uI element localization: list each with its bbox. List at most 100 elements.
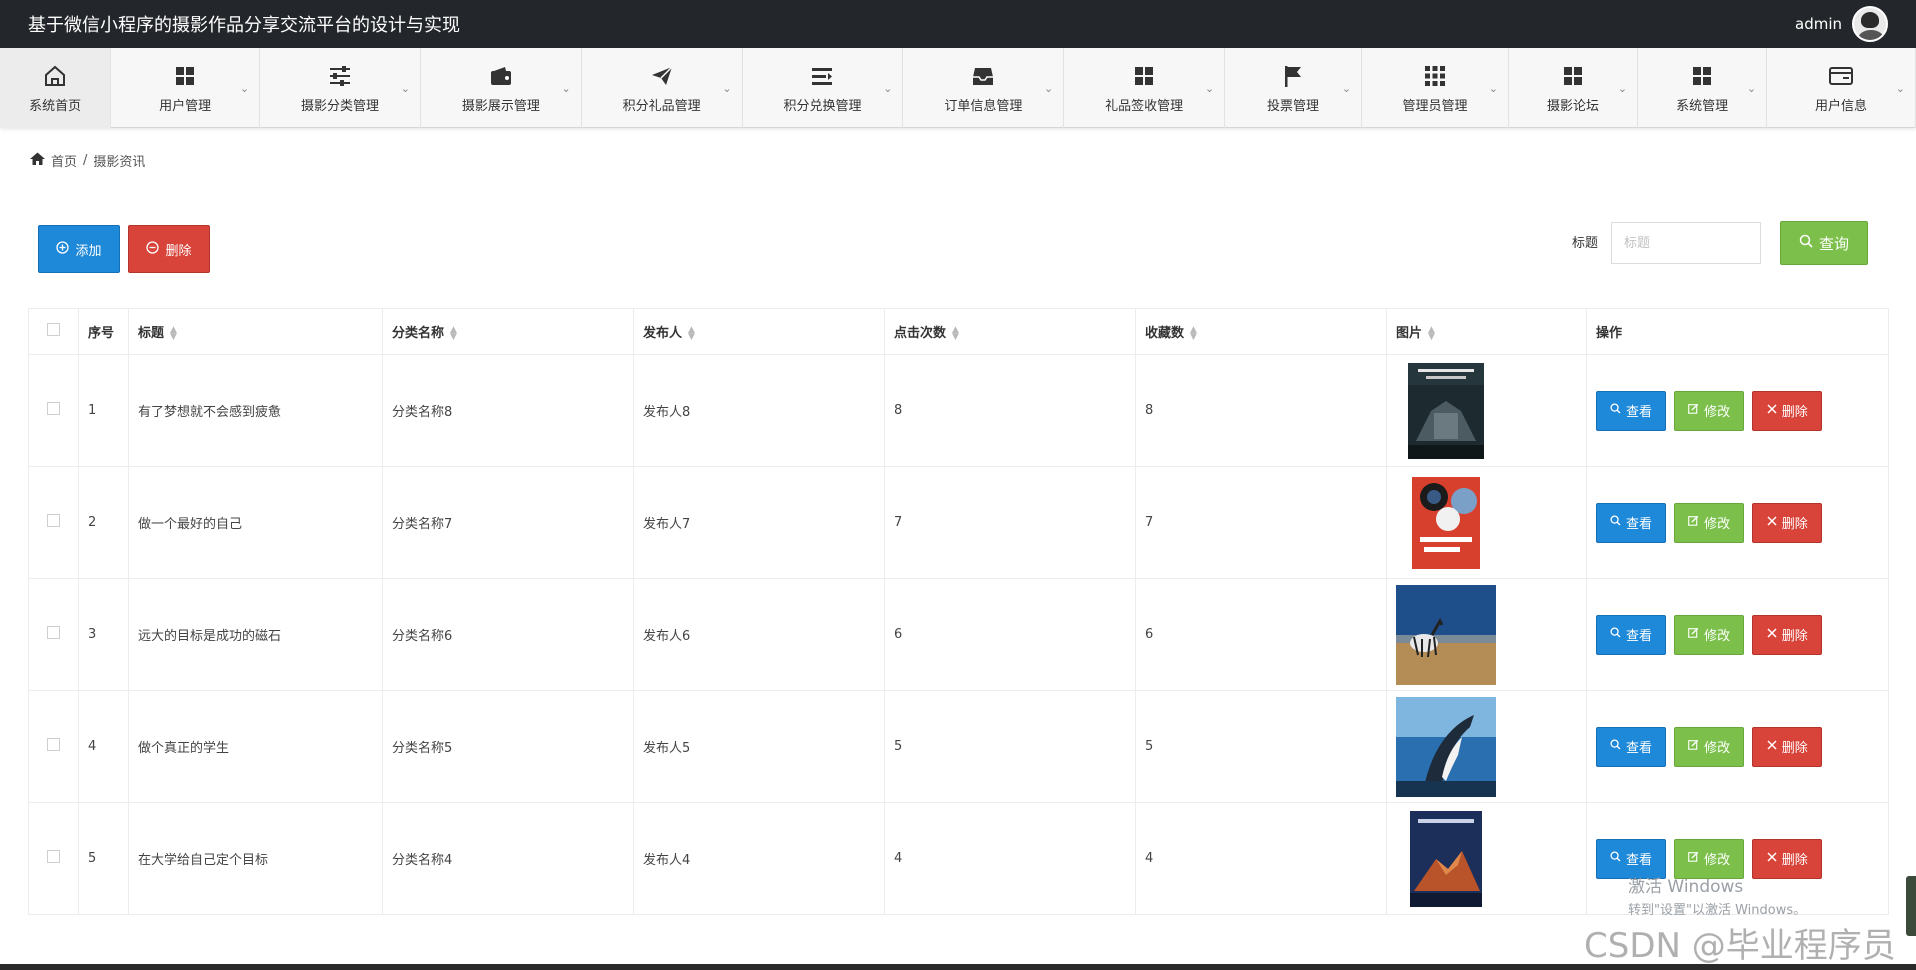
col-header-image[interactable]: 图片 ▲ ▼ bbox=[1386, 308, 1587, 355]
cell-category: 分类名称8 bbox=[382, 354, 634, 467]
add-button[interactable]: 添加 bbox=[38, 225, 120, 273]
sort-icon[interactable]: ▲ ▼ bbox=[450, 325, 457, 341]
row-select-cell[interactable] bbox=[28, 578, 79, 691]
avatar[interactable] bbox=[1852, 6, 1888, 42]
sort-icon[interactable]: ▲ ▼ bbox=[952, 325, 959, 341]
col-header-publisher[interactable]: 发布人 ▲ ▼ bbox=[633, 308, 885, 355]
cell-clicks: 4 bbox=[884, 802, 1136, 915]
nav-item-voting[interactable]: 投票管理 ⌄ bbox=[1225, 48, 1363, 128]
side-scroll-tab[interactable] bbox=[1906, 876, 1916, 936]
row-checkbox[interactable] bbox=[47, 514, 60, 527]
thumbnail-image[interactable] bbox=[1396, 696, 1496, 797]
row-checkbox[interactable] bbox=[47, 738, 60, 751]
edit-button[interactable]: 修改 bbox=[1674, 502, 1745, 543]
select-all-cell[interactable] bbox=[28, 308, 79, 355]
edit-button[interactable]: 修改 bbox=[1674, 614, 1745, 655]
cell-actions: 查看 修改 删除 bbox=[1586, 690, 1889, 803]
close-icon bbox=[1767, 403, 1777, 418]
sort-icon[interactable]: ▲ ▼ bbox=[1428, 325, 1435, 341]
nav-item-admins[interactable]: 管理员管理 ⌄ bbox=[1362, 48, 1509, 128]
edit-icon bbox=[1688, 739, 1699, 754]
view-button[interactable]: 查看 bbox=[1596, 726, 1666, 767]
nav-item-system[interactable]: 系统管理 ⌄ bbox=[1638, 48, 1768, 128]
home-icon bbox=[30, 152, 45, 169]
edit-icon bbox=[1688, 851, 1699, 866]
thumbnail-image[interactable] bbox=[1396, 473, 1496, 573]
row-checkbox[interactable] bbox=[47, 626, 60, 639]
sort-icon[interactable]: ▲ ▼ bbox=[170, 325, 177, 341]
query-button[interactable]: 查询 bbox=[1780, 221, 1868, 265]
close-icon bbox=[1767, 739, 1777, 754]
breadcrumb-home[interactable]: 首页 bbox=[51, 151, 77, 170]
thumbnail-image[interactable] bbox=[1396, 584, 1496, 685]
nav-item-forum[interactable]: 摄影论坛 ⌄ bbox=[1509, 48, 1639, 128]
nav-item-orders[interactable]: 订单信息管理 ⌄ bbox=[903, 48, 1065, 128]
row-select-cell[interactable] bbox=[28, 354, 79, 467]
nav-label: 摄影论坛 bbox=[1547, 99, 1600, 114]
nav-label: 积分兑换管理 bbox=[783, 99, 862, 114]
row-checkbox[interactable] bbox=[47, 402, 60, 415]
cell-image bbox=[1386, 354, 1587, 467]
top-bar: 基于微信小程序的摄影作品分享交流平台的设计与实现 admin bbox=[0, 0, 1916, 48]
cell-title: 有了梦想就不会感到疲惫 bbox=[128, 354, 383, 467]
chevron-down-icon: ⌄ bbox=[883, 82, 893, 95]
nav-item-photo-display[interactable]: 摄影展示管理 ⌄ bbox=[421, 48, 582, 128]
nav-item-gift-receipt[interactable]: 礼品签收管理 ⌄ bbox=[1064, 48, 1226, 128]
query-button-label: 查询 bbox=[1818, 234, 1849, 253]
col-header-clicks[interactable]: 点击次数 ▲ ▼ bbox=[884, 308, 1136, 355]
row-select-cell[interactable] bbox=[28, 690, 79, 803]
nav-label: 系统管理 bbox=[1676, 99, 1729, 114]
thumbnail-image[interactable] bbox=[1396, 361, 1496, 461]
thumbnail-image[interactable] bbox=[1396, 809, 1496, 909]
cell-no: 5 bbox=[78, 802, 129, 915]
delete-button[interactable]: 删除 bbox=[1752, 390, 1823, 431]
grid-icon bbox=[1688, 62, 1716, 90]
col-header-category[interactable]: 分类名称 ▲ ▼ bbox=[382, 308, 634, 355]
delete-button[interactable]: 删除 bbox=[1752, 502, 1823, 543]
cell-no: 2 bbox=[78, 466, 129, 579]
view-button[interactable]: 查看 bbox=[1596, 502, 1666, 543]
col-header-actions: 操作 bbox=[1586, 308, 1889, 355]
user-menu[interactable]: admin bbox=[1795, 6, 1888, 42]
close-icon bbox=[1767, 515, 1777, 530]
search-label: 标题 bbox=[1572, 236, 1599, 251]
edit-button[interactable]: 修改 bbox=[1674, 390, 1745, 431]
view-label: 查看 bbox=[1625, 853, 1652, 868]
edit-button[interactable]: 修改 bbox=[1674, 726, 1745, 767]
row-checkbox[interactable] bbox=[47, 850, 60, 863]
col-header-favorites[interactable]: 收藏数 ▲ ▼ bbox=[1135, 308, 1387, 355]
row-select-cell[interactable] bbox=[28, 802, 79, 915]
title-search-input[interactable] bbox=[1611, 222, 1761, 264]
col-header-label: 分类名称 bbox=[392, 326, 445, 341]
sort-icon[interactable]: ▲ ▼ bbox=[688, 325, 695, 341]
select-all-checkbox[interactable] bbox=[47, 323, 60, 336]
sort-icon[interactable]: ▲ ▼ bbox=[1190, 325, 1197, 341]
cell-title: 远大的目标是成功的磁石 bbox=[128, 578, 383, 691]
view-button[interactable]: 查看 bbox=[1596, 390, 1666, 431]
delete-button[interactable]: 删除 bbox=[1752, 726, 1823, 767]
nav-item-home[interactable]: 系统首页 bbox=[0, 48, 112, 128]
view-button[interactable]: 查看 bbox=[1596, 614, 1666, 655]
batch-delete-button[interactable]: 删除 bbox=[128, 225, 210, 273]
delete-label: 删除 bbox=[1781, 629, 1808, 644]
col-header-no: 序号 bbox=[78, 308, 129, 355]
cell-category: 分类名称4 bbox=[382, 802, 634, 915]
paper-plane-icon bbox=[648, 62, 676, 90]
nav-item-user-info[interactable]: 用户信息 ⌄ bbox=[1767, 48, 1916, 128]
nav-item-points-gifts[interactable]: 积分礼品管理 ⌄ bbox=[582, 48, 743, 128]
bottom-edge-bar bbox=[0, 964, 1916, 970]
card-icon bbox=[1827, 62, 1855, 90]
chevron-down-icon: ⌄ bbox=[1341, 82, 1352, 95]
row-select-cell[interactable] bbox=[28, 466, 79, 579]
cell-favorites: 5 bbox=[1135, 690, 1387, 803]
delete-button[interactable]: 删除 bbox=[1752, 614, 1823, 655]
col-header-title[interactable]: 标题 ▲ ▼ bbox=[128, 308, 383, 355]
nav-item-photo-category[interactable]: 摄影分类管理 ⌄ bbox=[260, 48, 421, 128]
edit-label: 修改 bbox=[1704, 517, 1731, 532]
nav-item-users[interactable]: 用户管理 ⌄ bbox=[111, 48, 261, 128]
close-icon bbox=[1767, 627, 1777, 642]
chevron-down-icon: ⌄ bbox=[239, 82, 250, 95]
cell-category: 分类名称6 bbox=[382, 578, 634, 691]
close-icon bbox=[1767, 851, 1777, 866]
nav-item-points-exchange[interactable]: 积分兑换管理 ⌄ bbox=[743, 48, 904, 128]
